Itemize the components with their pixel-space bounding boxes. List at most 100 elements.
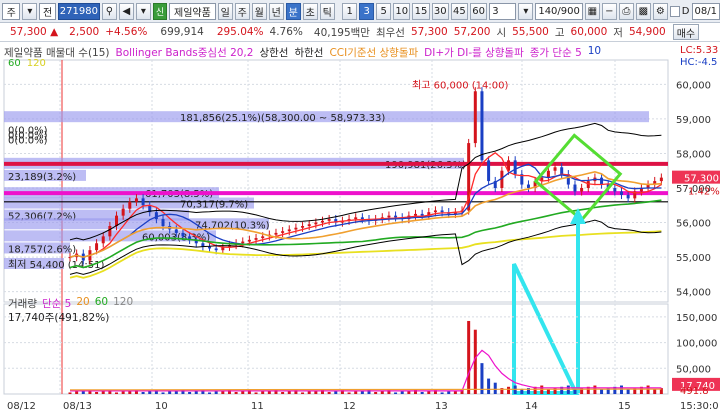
high-price: 60,000 <box>570 26 608 38</box>
chart-combo-select[interactable]: 주 <box>2 2 21 20</box>
legend-upper[interactable]: 상한선 <box>259 45 288 60</box>
minute-60-button[interactable]: 60 <box>470 2 488 20</box>
interval-dropdown-icon[interactable]: ▾ <box>518 2 534 20</box>
hc-label: HC:-4.5 <box>680 57 718 68</box>
chart-canvas[interactable]: 60,00059,00058,00057,00056,00055,00054,0… <box>0 42 720 413</box>
candle-body <box>354 217 358 220</box>
price-tick-label: 55,000 <box>676 253 711 264</box>
candle-body <box>394 215 398 218</box>
minute-3-button[interactable]: 3 <box>359 2 375 20</box>
dropdown-arrow-icon[interactable]: ▾ <box>22 2 38 20</box>
candle-body <box>101 236 105 244</box>
zoom-out-icon[interactable]: − <box>601 2 617 20</box>
candle-body <box>301 226 305 228</box>
price-tick-label: 56,000 <box>676 219 711 230</box>
candle-body <box>420 213 424 216</box>
period-month-button[interactable]: 월 <box>251 2 267 20</box>
chart-toolbar: 주 ▾ 전 271980 ⚲ ◀ ▾ 신 제일약품 일 주 월 년 분 초 틱 … <box>0 0 720 23</box>
volume-ma20[interactable]: 20 <box>76 296 89 311</box>
candle-body <box>281 231 285 233</box>
period-day-button[interactable]: 일 <box>217 2 233 20</box>
candle-body <box>613 188 617 192</box>
legend-close-n[interactable]: 10 <box>588 45 601 60</box>
time-tick-label: 15 <box>618 401 631 412</box>
volume-bar <box>141 391 145 394</box>
period-year-button[interactable]: 년 <box>268 2 284 20</box>
minute-1-button[interactable]: 1 <box>342 2 358 20</box>
candle-body <box>247 239 251 242</box>
period-second-button[interactable]: 초 <box>302 2 318 20</box>
candle-body <box>360 217 364 220</box>
volume-bar <box>301 392 305 394</box>
candle-body <box>174 229 178 233</box>
price-tick-label: 58,000 <box>676 149 711 160</box>
period-minute-button[interactable]: 분 <box>285 2 301 20</box>
candle-body <box>314 222 318 225</box>
speaker-icon[interactable]: ◀ <box>118 2 134 20</box>
volume-bar <box>493 382 497 394</box>
time-tick-label: 13 <box>435 401 448 412</box>
volume-ma60[interactable]: 60 <box>95 296 108 311</box>
volume-title[interactable]: 거래량 <box>8 296 37 311</box>
time-tick-label: 08/13 <box>63 401 92 412</box>
grid-icon[interactable]: ▦ <box>584 2 600 20</box>
price-chart-area[interactable]: 60,000 59,000 58,000 57,000 56,000 55,000 54,0… <box>0 42 720 413</box>
option-checkbox[interactable] <box>669 5 680 17</box>
candle-body <box>327 219 331 221</box>
minute-5-button[interactable]: 5 <box>376 2 392 20</box>
volume-profile-label: 23,189(3.2%) <box>8 172 76 183</box>
legend-cci[interactable]: CCI기준선 상향돌파 <box>329 45 418 60</box>
legend-dmi[interactable]: DI+가 DI-를 상향돌파 <box>424 45 524 60</box>
volume-bar <box>287 391 291 394</box>
high-label: 고 <box>554 26 565 39</box>
legend-ma120[interactable]: 120 <box>27 58 46 69</box>
volume-bar <box>161 392 165 394</box>
volume-ma[interactable]: 단순 5 <box>42 296 71 311</box>
candle-body <box>600 177 604 185</box>
minute-30-button[interactable]: 30 <box>431 2 449 20</box>
minute-45-button[interactable]: 45 <box>450 2 468 20</box>
save-icon[interactable]: ▩ <box>635 2 651 20</box>
volume-bar <box>354 391 358 394</box>
current-price-pct: 1.42% <box>688 187 720 198</box>
time-tick-label-right: 15:30:0 <box>680 401 719 412</box>
market-type-select[interactable]: 전 <box>39 2 56 20</box>
candle-body <box>154 212 158 220</box>
price-change-pct: +4.56% <box>105 26 148 38</box>
legend-close-ma[interactable]: 종가 단순 5 <box>530 45 582 60</box>
volume-profile-label: 70,317(9.7%) <box>180 200 248 211</box>
candle-body <box>480 91 484 161</box>
time-tick-label: 11 <box>251 401 264 412</box>
period-week-button[interactable]: 주 <box>234 2 250 20</box>
candle-body <box>141 198 145 206</box>
candle-body <box>241 241 245 244</box>
volume-bar <box>394 392 398 394</box>
volume-profile-label: 18,757(2.6%) <box>8 244 76 255</box>
minute-15-button[interactable]: 15 <box>412 2 430 20</box>
minute-10-button[interactable]: 10 <box>393 2 411 20</box>
period-tick-button[interactable]: 틱 <box>319 2 335 20</box>
volume-bottom-label: 491.8 <box>680 386 709 397</box>
volume-ma120[interactable]: 120 <box>113 296 133 311</box>
interval-input[interactable]: 3 <box>489 2 517 20</box>
candle-body <box>619 191 623 195</box>
volume-bar <box>334 391 338 394</box>
legend-bollinger[interactable]: Bollinger Bands중심선 20,2 <box>116 45 254 60</box>
print-icon[interactable]: ⎙ <box>618 2 634 20</box>
stock-code-input[interactable]: 271980 <box>57 2 100 20</box>
settings-icon[interactable]: ⚙ <box>652 2 668 20</box>
volume-bar <box>115 392 119 394</box>
buy-button[interactable]: 매수 <box>672 24 700 40</box>
count-input[interactable]: 140/900 <box>535 2 583 20</box>
search-icon[interactable]: ⚲ <box>101 2 117 20</box>
candle-body <box>274 232 278 235</box>
volume-bar <box>427 391 431 394</box>
date-input[interactable]: 08/1 <box>691 2 720 20</box>
candle-body <box>108 226 112 237</box>
chevron-down-icon[interactable]: ▾ <box>135 2 151 20</box>
volume-ma20-line <box>69 388 662 391</box>
time-tick-label: 10 <box>155 401 168 412</box>
legend-ma60[interactable]: 60 <box>8 58 21 69</box>
candle-body <box>626 194 630 199</box>
legend-lower[interactable]: 하한선 <box>294 45 323 60</box>
